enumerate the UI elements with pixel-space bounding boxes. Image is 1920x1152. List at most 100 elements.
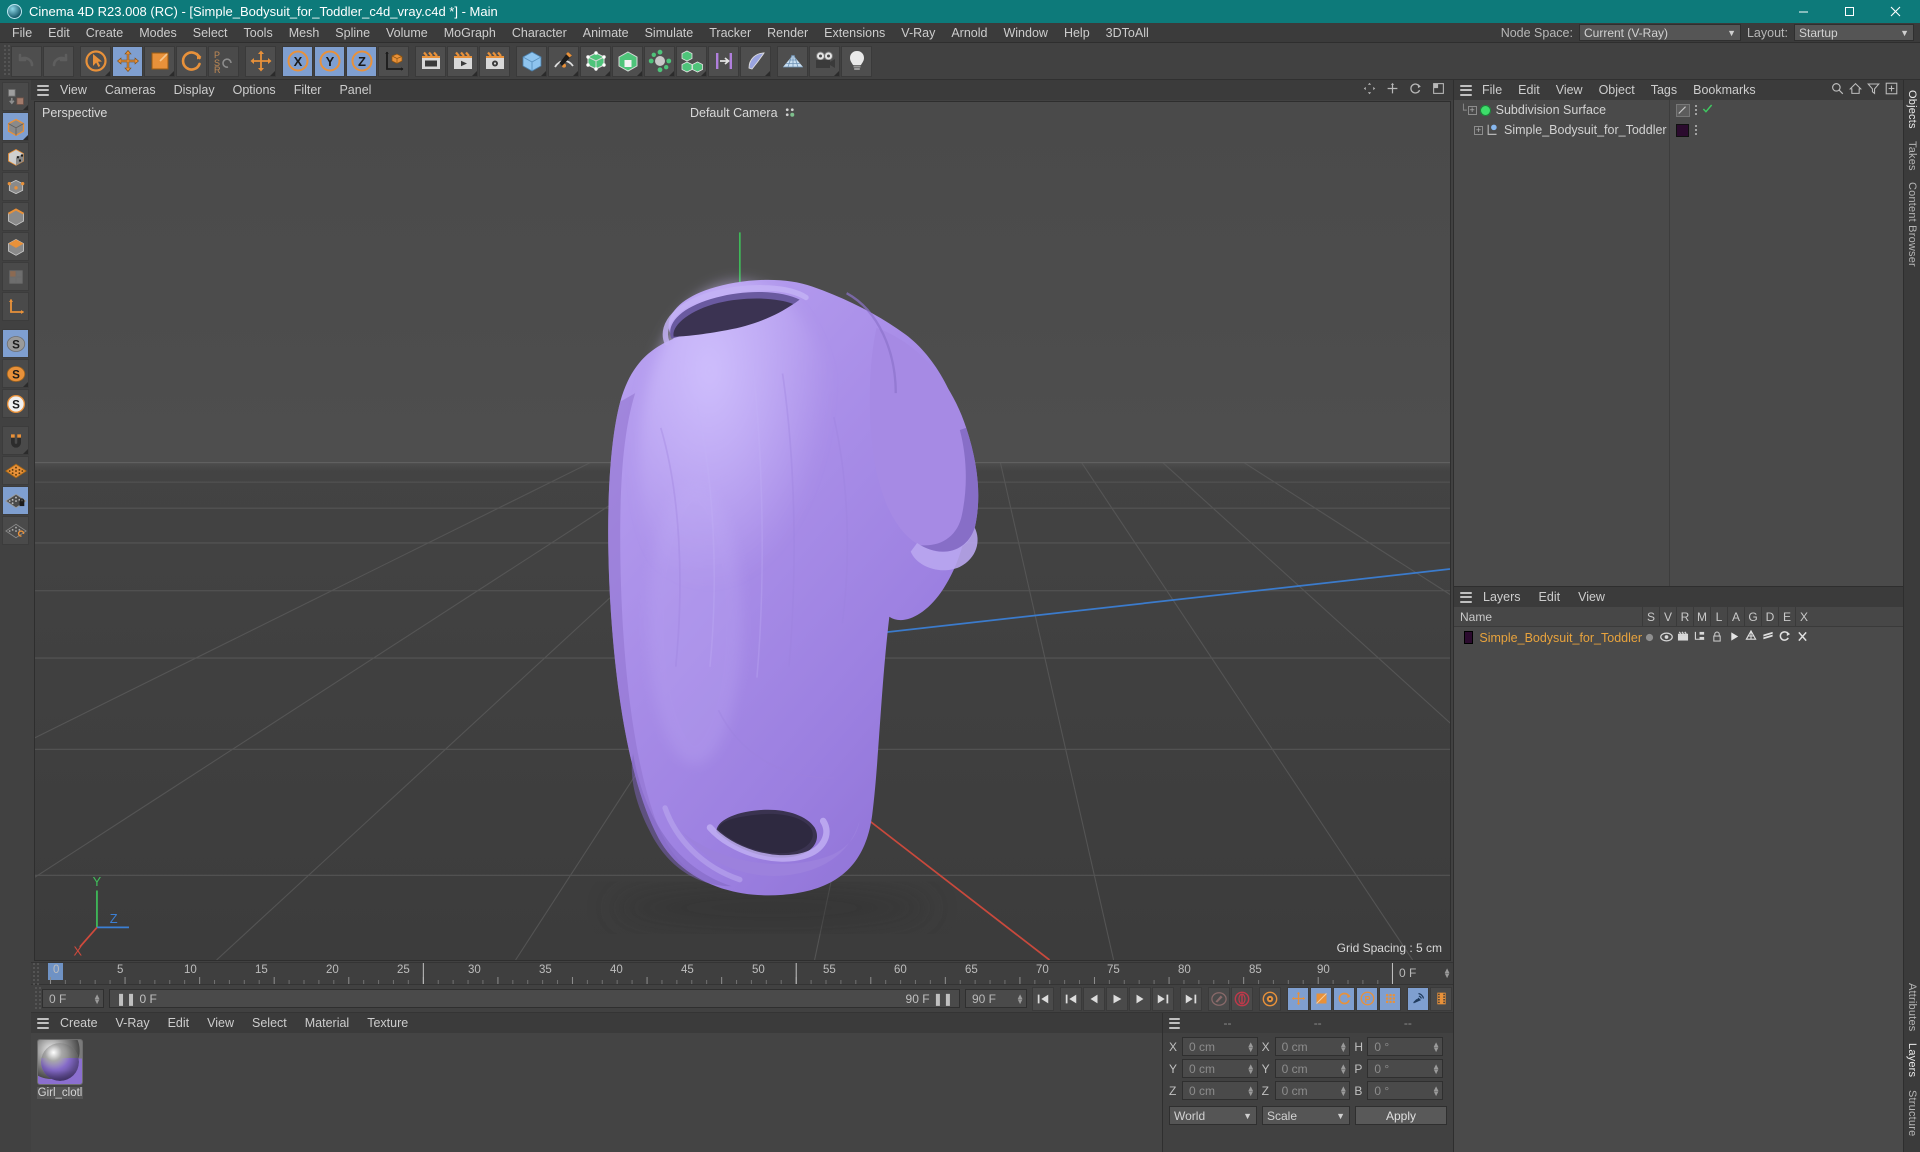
material-list[interactable]: Girl_clotl bbox=[31, 1033, 1162, 1152]
coord-size-z-field[interactable]: 0 cm ▲ ▼ bbox=[1274, 1081, 1351, 1100]
spinner-icon[interactable]: ▲ ▼ bbox=[1335, 1062, 1347, 1075]
object-menu-bookmarks[interactable]: Bookmarks bbox=[1685, 80, 1764, 100]
menu-item-3dtoall[interactable]: 3DToAll bbox=[1098, 23, 1157, 43]
timeline-ruler[interactable]: 0 5 10 15 20 25 30 35 40 45 50 55 60 65 … bbox=[31, 962, 1453, 985]
layer-expression-icon[interactable] bbox=[1778, 630, 1792, 645]
spinner-icon[interactable]: ▲ ▼ bbox=[1428, 1084, 1440, 1097]
add-light-button[interactable] bbox=[841, 45, 872, 77]
keyframe-selection-button[interactable] bbox=[1259, 986, 1281, 1011]
spinner-icon[interactable]: ▲ ▼ bbox=[1243, 1040, 1255, 1053]
menu-item-mesh[interactable]: Mesh bbox=[281, 23, 328, 43]
viewport-menu-display[interactable]: Display bbox=[165, 80, 224, 100]
current-frame-field[interactable]: 0 F ▲ ▼ bbox=[42, 989, 104, 1008]
menu-item-edit[interactable]: Edit bbox=[40, 23, 78, 43]
menu-item-window[interactable]: Window bbox=[995, 23, 1055, 43]
live-selection-button[interactable] bbox=[80, 45, 111, 77]
menu-item-file[interactable]: File bbox=[4, 23, 40, 43]
coordinate-system-select[interactable]: World ▼ bbox=[1169, 1106, 1257, 1125]
edit-tag-icon[interactable] bbox=[1676, 103, 1690, 117]
uv-mode-button[interactable] bbox=[2, 262, 29, 291]
add-spline-button[interactable] bbox=[548, 45, 579, 77]
render-view-button[interactable] bbox=[415, 45, 446, 77]
viewport-menu-hamburger-icon[interactable] bbox=[35, 84, 51, 96]
layer-generator-icon[interactable] bbox=[1744, 629, 1758, 645]
vtab-attributes[interactable]: Attributes bbox=[1906, 977, 1918, 1037]
material-menu-view[interactable]: View bbox=[198, 1013, 243, 1033]
layer-menu-layers[interactable]: Layers bbox=[1474, 587, 1530, 607]
object-row-subdivision-surface[interactable]: └ + Subdivision Surface bbox=[1454, 100, 1903, 120]
max-frame-field[interactable]: 90 F ▲ ▼ bbox=[965, 989, 1027, 1008]
layer-animation-icon[interactable] bbox=[1727, 631, 1741, 645]
layer-manager-icon[interactable] bbox=[1693, 631, 1707, 645]
layer-column-r[interactable]: R bbox=[1676, 606, 1693, 627]
workplane-rotate-button[interactable] bbox=[2, 516, 29, 545]
model-mode-button[interactable] bbox=[2, 112, 29, 141]
parameter-key-button[interactable]: P bbox=[1356, 986, 1378, 1011]
timeline-grip[interactable] bbox=[31, 963, 40, 985]
layer-menu-view[interactable]: View bbox=[1569, 587, 1614, 607]
coord-rot-b-field[interactable]: 0 ° ▲ ▼ bbox=[1367, 1081, 1444, 1100]
record-active-objects-button[interactable] bbox=[1208, 986, 1230, 1011]
layer-render-icon[interactable] bbox=[1676, 631, 1690, 645]
layer-column-g[interactable]: G bbox=[1744, 606, 1761, 627]
search-icon[interactable] bbox=[1831, 82, 1844, 98]
world-object-coordinates-button[interactable] bbox=[378, 45, 409, 77]
vtab-structure[interactable]: Structure bbox=[1906, 1084, 1918, 1142]
preview-range-track[interactable]: ❚❚ 0 F 90 F ❚❚ bbox=[109, 989, 960, 1008]
material-item[interactable]: Girl_clotl bbox=[37, 1039, 83, 1099]
play-button[interactable] bbox=[1106, 986, 1128, 1011]
object-menu-edit[interactable]: Edit bbox=[1510, 80, 1548, 100]
zoom-view-icon[interactable] bbox=[1386, 82, 1399, 98]
object-menu-tags[interactable]: Tags bbox=[1643, 80, 1685, 100]
rotate-tool-button[interactable] bbox=[176, 45, 207, 77]
layer-color-swatch[interactable] bbox=[1464, 631, 1474, 644]
play-sound-button[interactable] bbox=[1407, 986, 1429, 1011]
menu-item-simulate[interactable]: Simulate bbox=[637, 23, 702, 43]
add-character-button[interactable] bbox=[740, 45, 771, 77]
edge-mode-button[interactable] bbox=[2, 202, 29, 231]
layer-column-d[interactable]: D bbox=[1761, 606, 1778, 627]
axis-mode-button[interactable] bbox=[2, 292, 29, 321]
spinner-icon[interactable]: ▲ ▼ bbox=[1243, 1084, 1255, 1097]
vtab-objects[interactable]: Objects bbox=[1906, 84, 1918, 135]
layer-manager-hamburger-icon[interactable] bbox=[1458, 591, 1474, 603]
layer-column-l[interactable]: L bbox=[1710, 606, 1727, 627]
object-tree[interactable]: └ + Subdivision Surface + Simple_Bodysui… bbox=[1454, 100, 1903, 586]
scale-key-button[interactable] bbox=[1310, 986, 1332, 1011]
viewport-menu-options[interactable]: Options bbox=[224, 80, 285, 100]
toolbar-grip[interactable] bbox=[2, 45, 11, 77]
render-settings-button[interactable] bbox=[479, 45, 510, 77]
layer-list[interactable]: Simple_Bodysuit_for_Toddler bbox=[1454, 627, 1903, 1152]
viewport-menu-filter[interactable]: Filter bbox=[285, 80, 331, 100]
menu-item-tracker[interactable]: Tracker bbox=[701, 23, 759, 43]
menu-item-spline[interactable]: Spline bbox=[327, 23, 378, 43]
render-to-picture-viewer-button[interactable] bbox=[447, 45, 478, 77]
undo-button[interactable] bbox=[11, 45, 42, 77]
viewport-solo-button[interactable] bbox=[2, 456, 29, 485]
redo-button[interactable] bbox=[43, 45, 74, 77]
layer-xpresso-icon[interactable] bbox=[1795, 631, 1809, 645]
add-environment-button[interactable] bbox=[644, 45, 675, 77]
polygon-mode-button[interactable] bbox=[2, 232, 29, 261]
coord-pos-y-field[interactable]: 0 cm ▲ ▼ bbox=[1182, 1059, 1258, 1078]
camera-dots-icon[interactable] bbox=[784, 106, 795, 120]
layer-deformer-icon[interactable] bbox=[1761, 630, 1775, 645]
coord-rot-p-field[interactable]: 0 ° ▲ ▼ bbox=[1367, 1059, 1444, 1078]
rotate-view-icon[interactable] bbox=[1409, 82, 1422, 98]
apply-button[interactable]: Apply bbox=[1355, 1106, 1447, 1125]
layer-column-v[interactable]: V bbox=[1659, 606, 1676, 627]
menu-item-arnold[interactable]: Arnold bbox=[943, 23, 995, 43]
expand-toggle-icon[interactable]: + bbox=[1467, 105, 1477, 115]
spinner-icon[interactable]: ▲ ▼ bbox=[1012, 992, 1024, 1005]
add-camera-button[interactable] bbox=[809, 45, 840, 77]
add-mograph-button[interactable] bbox=[676, 45, 707, 77]
add-cube-button[interactable] bbox=[516, 45, 547, 77]
viewport-menu-cameras[interactable]: Cameras bbox=[96, 80, 165, 100]
expand-toggle-icon[interactable]: + bbox=[1474, 125, 1483, 135]
animation-toolbar-grip[interactable] bbox=[33, 986, 42, 1011]
object-row-simple-bodysuit[interactable]: + Simple_Bodysuit_for_Toddler bbox=[1454, 120, 1903, 140]
menu-item-modes[interactable]: Modes bbox=[131, 23, 185, 43]
add-field-button[interactable] bbox=[708, 45, 739, 77]
layer-lock-icon[interactable] bbox=[1710, 631, 1724, 645]
scale-tool-button[interactable] bbox=[144, 45, 175, 77]
